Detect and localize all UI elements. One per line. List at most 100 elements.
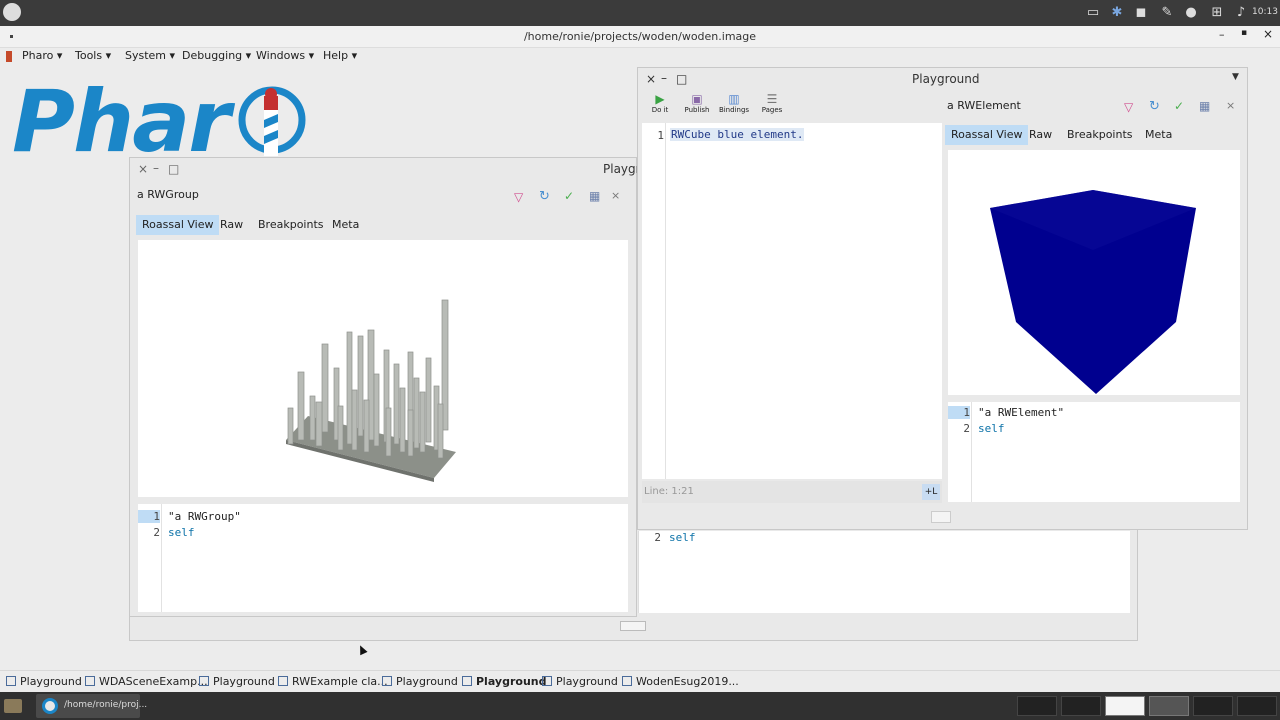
code-line: "a RWElement"	[978, 406, 1065, 419]
line-number: 1	[657, 129, 664, 142]
pane-splitter-handle[interactable]	[620, 621, 646, 631]
close-pane-icon[interactable]: ×	[1226, 99, 1240, 113]
minimize-button[interactable]: –	[1219, 28, 1225, 41]
maximize-button[interactable]: ▪	[1241, 28, 1247, 38]
inspector-object-label: a RWElement	[947, 99, 1021, 112]
taskbar-item[interactable]: Playground	[199, 675, 275, 688]
taskbar-item[interactable]: WDASceneExamp...	[85, 675, 208, 688]
show-desktop-icon[interactable]	[4, 699, 22, 713]
filter-icon[interactable]: ▽	[514, 190, 528, 204]
close-button[interactable]: ×	[1263, 27, 1273, 41]
code-line: RWCube blue element.	[670, 128, 805, 141]
line-number: 2	[654, 531, 661, 544]
tab-roassal-view[interactable]: Roassal View	[136, 215, 220, 235]
browse-icon[interactable]: ✓	[564, 189, 578, 203]
os-task-label: /home/ronie/proj...	[64, 700, 148, 710]
taskbar-item[interactable]: RWExample cla...	[278, 675, 388, 688]
tab-breakpoints[interactable]: Breakpoints	[1061, 125, 1139, 145]
steam-icon[interactable]: ●	[1182, 4, 1200, 22]
close-icon[interactable]: ×	[646, 72, 656, 86]
roassal-view-canvas[interactable]	[948, 150, 1240, 395]
window-icon	[542, 676, 552, 686]
window-icon	[199, 676, 209, 686]
publish-button[interactable]: ▣ Publish	[682, 92, 712, 114]
line-number: 2	[153, 526, 160, 539]
menu-windows[interactable]: Windows ▾	[256, 49, 314, 62]
roassal-view-canvas[interactable]	[138, 240, 628, 497]
taskbar-item[interactable]: Playground	[382, 675, 458, 688]
menu-system[interactable]: System ▾	[125, 49, 175, 62]
bindings-button[interactable]: ▥ Bindings	[718, 92, 750, 114]
taskbar-item[interactable]: WodenEsug2019...	[622, 675, 739, 688]
line-numbers-toggle[interactable]: +L	[922, 484, 940, 500]
playground-code-editor[interactable]: 1 RWCube blue element.	[642, 123, 942, 479]
workspace-3-active[interactable]	[1105, 696, 1145, 716]
workspace-5[interactable]	[1193, 696, 1233, 716]
clock: 10:13	[1252, 7, 1278, 17]
menu-help[interactable]: Help ▾	[323, 49, 357, 62]
menu-bar: Pharo ▾ Tools ▾ System ▾ Debugging ▾ Win…	[0, 48, 1280, 66]
gutter-divider	[161, 504, 162, 612]
close-pane-icon[interactable]: ×	[611, 189, 625, 203]
refresh-icon[interactable]: ↻	[1149, 99, 1163, 114]
workspace-2[interactable]	[1061, 696, 1101, 716]
code-line: "a RWGroup"	[168, 510, 241, 523]
maximize-icon[interactable]: □	[168, 162, 179, 176]
window-menu-chevron-icon[interactable]: ▼	[1232, 72, 1239, 82]
inspect-icon[interactable]: ▦	[1199, 99, 1213, 113]
window-title: Playground	[912, 72, 980, 86]
refresh-icon[interactable]: ↻	[539, 189, 553, 204]
network-icon[interactable]: ▭	[1084, 4, 1102, 22]
minimize-icon[interactable]: –	[661, 71, 667, 85]
pharo-icon[interactable]	[6, 51, 12, 62]
code-line: self	[168, 526, 195, 539]
line-number: 1	[138, 510, 160, 523]
filter-icon[interactable]: ▽	[1124, 100, 1138, 114]
pharo-lighthouse-logo	[238, 86, 306, 156]
inspector-code-pane[interactable]: 1 2 "a RWGroup" self	[138, 504, 628, 612]
menu-debugging[interactable]: Debugging ▾	[182, 49, 251, 62]
pages-button[interactable]: ☰ Pages	[758, 92, 786, 114]
music-icon[interactable]: ♪	[1232, 4, 1250, 22]
os-menu-icon[interactable]	[3, 3, 21, 21]
code-line: self	[669, 531, 696, 544]
close-icon[interactable]: ×	[138, 162, 148, 176]
workspace-1[interactable]	[1017, 696, 1057, 716]
do-it-button[interactable]: ▶ Do it	[646, 92, 674, 114]
taskbar-item[interactable]: Playground	[6, 675, 82, 688]
taskbar-item[interactable]: Playground	[542, 675, 618, 688]
main-window-title: /home/ronie/projects/woden/woden.image	[523, 30, 757, 43]
bindings-icon: ▥	[728, 92, 740, 106]
behind-code-pane[interactable]: 2 self	[638, 531, 1130, 613]
workspace-4[interactable]	[1149, 696, 1189, 716]
camera-icon[interactable]: ◼	[1132, 4, 1150, 22]
browse-icon[interactable]: ✓	[1174, 99, 1188, 113]
workspace-6[interactable]	[1237, 696, 1277, 716]
inspector-code-pane[interactable]: 1 2 "a RWElement" self	[948, 402, 1240, 502]
maximize-icon[interactable]: □	[676, 72, 687, 86]
tab-raw[interactable]: Raw	[214, 215, 249, 235]
window-icon	[382, 676, 392, 686]
tab-raw[interactable]: Raw	[1023, 125, 1058, 145]
inspect-icon[interactable]: ▦	[589, 189, 603, 203]
inspector-object-label: a RWGroup	[137, 188, 199, 201]
publish-icon: ▣	[691, 92, 703, 106]
menu-tools[interactable]: Tools ▾	[75, 49, 111, 62]
tab-meta[interactable]: Meta	[326, 215, 365, 235]
right-splitter-handle[interactable]	[931, 511, 951, 523]
bluetooth-icon[interactable]: ✱	[1108, 4, 1126, 22]
minimize-icon[interactable]: –	[153, 161, 159, 175]
tab-breakpoints[interactable]: Breakpoints	[252, 215, 330, 235]
blue-cube-3d	[990, 190, 1196, 394]
pharo-app-icon	[42, 698, 58, 714]
menu-pharo[interactable]: Pharo ▾	[22, 49, 62, 62]
os-task-pharo[interactable]: /home/ronie/proj...	[36, 694, 147, 718]
taskbar-item-active[interactable]: Playground	[462, 675, 546, 688]
tab-meta[interactable]: Meta	[1139, 125, 1178, 145]
right-playground-window: × – □ Playground ▼ ▶ Do it ▣ Publish ▥ B…	[637, 67, 1248, 530]
os-top-panel: ▭ ✱ ◼ ✎ ● ⊞ ♪ 10:13	[0, 0, 1280, 26]
network-tree-icon[interactable]: ⊞	[1208, 4, 1226, 22]
chat-icon[interactable]: ✎	[1158, 4, 1176, 22]
line-number: 1	[948, 406, 970, 419]
tab-roassal-view[interactable]: Roassal View	[945, 125, 1029, 145]
